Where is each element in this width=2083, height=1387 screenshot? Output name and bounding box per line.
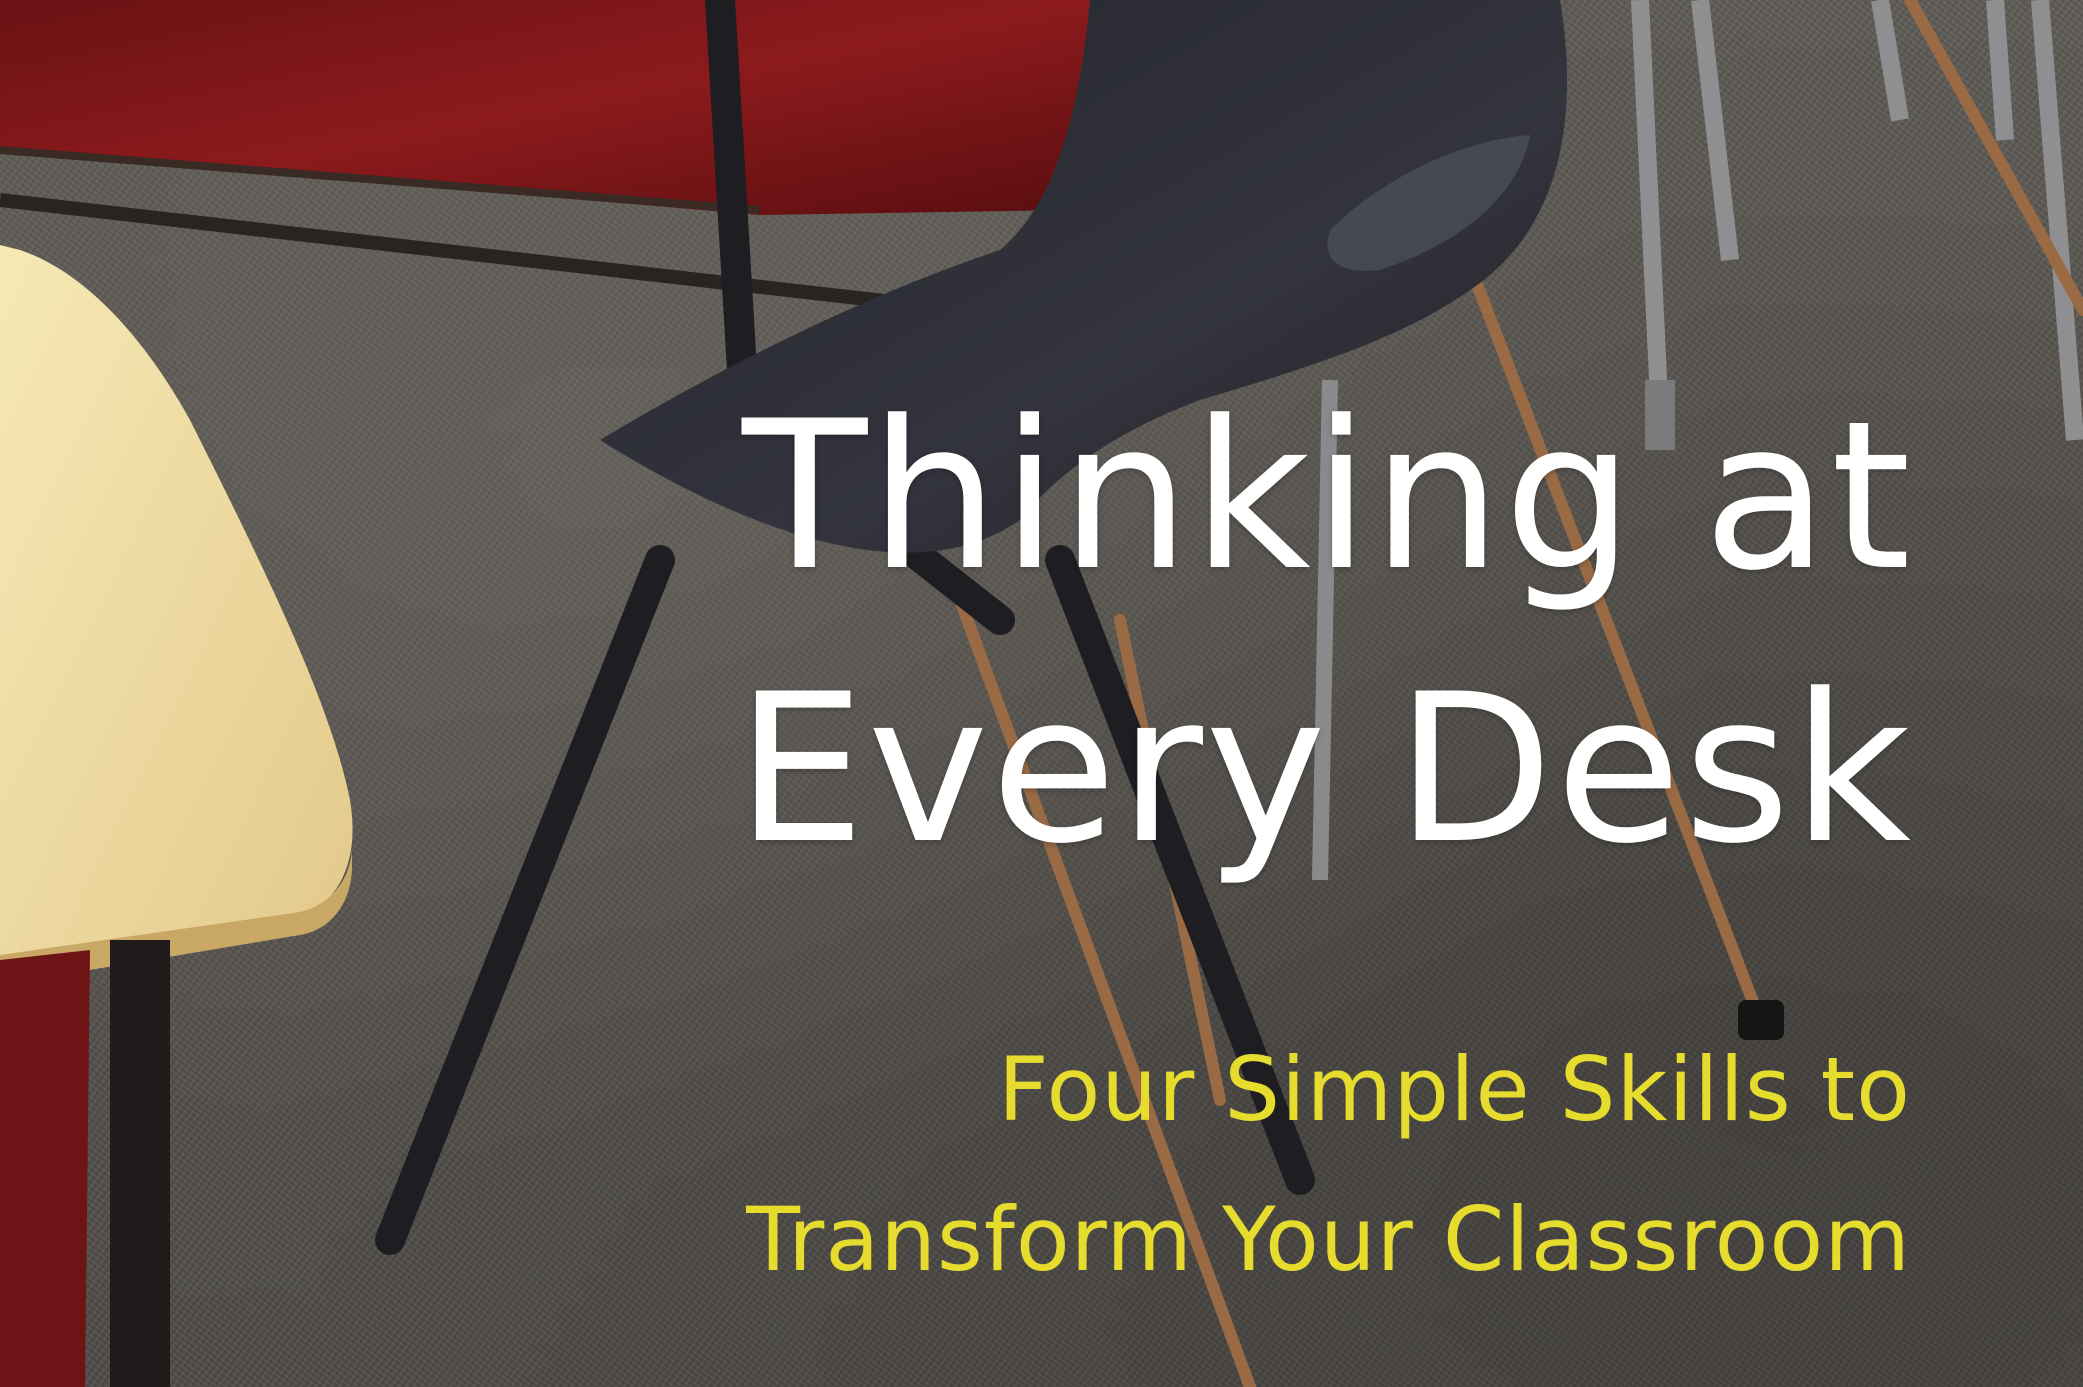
cover-subtitle-line-1: Four Simple Skills to [997, 1038, 1911, 1141]
background-chair-legs [1631, 0, 2083, 441]
leg-glide [1738, 1000, 1784, 1040]
cover-subtitle-line-2: Transform Your Classroom [746, 1188, 1911, 1291]
cover-title-line-1: Thinking at [742, 378, 1913, 616]
red-chair-lower [0, 950, 90, 1387]
desk-leg [110, 940, 170, 1387]
book-cover: Thinking at Every Desk Four Simple Skill… [0, 0, 2083, 1387]
cover-title-line-2: Every Desk [735, 651, 1913, 889]
red-chair [0, 0, 1090, 327]
wooden-desk [0, 245, 353, 1387]
